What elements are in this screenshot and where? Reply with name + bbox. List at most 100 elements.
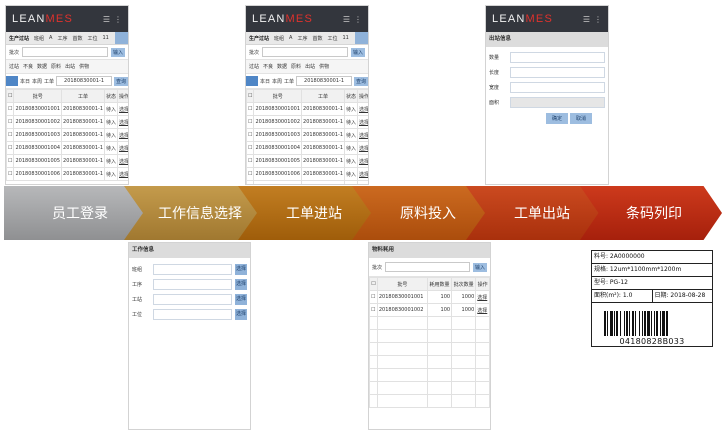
tab-team[interactable]: 班组 — [34, 35, 44, 42]
table-row[interactable]: ☐ 20180830001003 20180830001-1 待入 选择 — [6, 128, 128, 142]
team-field[interactable] — [153, 264, 232, 275]
table-row[interactable]: ☐ 20180830001002 100 1000 选择 — [369, 303, 490, 317]
row-checkbox[interactable]: ☐ — [6, 154, 15, 168]
row-checkbox[interactable]: ☐ — [246, 180, 255, 184]
category-material[interactable]: 原料 — [51, 63, 61, 70]
select-link[interactable]: 选择 — [357, 167, 368, 181]
category-pass[interactable]: 过站 — [9, 63, 19, 70]
row-checkbox[interactable]: ☐ — [246, 167, 255, 181]
menu-icon[interactable]: ☰ — [103, 15, 110, 24]
area-field[interactable] — [510, 97, 605, 108]
category-defect[interactable]: 不良 — [23, 63, 33, 70]
select-link[interactable]: 选择 — [475, 303, 490, 317]
table-row[interactable]: ☐ 20180830001005 20180830001-1 待入 选择 — [6, 154, 128, 168]
select-link[interactable]: 选择 — [117, 128, 128, 142]
row-checkbox[interactable]: ☐ — [246, 154, 255, 168]
filter-week[interactable]: 本周 — [272, 78, 282, 85]
tab-process[interactable]: 工序 — [297, 35, 307, 42]
category-material[interactable]: 原料 — [291, 63, 301, 70]
row-checkbox[interactable]: ☐ — [6, 141, 15, 155]
tab-shift[interactable]: A — [289, 35, 292, 41]
checkbox-header[interactable]: ☐ — [246, 89, 255, 103]
tab-station[interactable]: 工位 — [87, 35, 97, 42]
tab-seat[interactable]: 11 — [103, 35, 109, 41]
select-link[interactable]: 选择 — [117, 141, 128, 155]
row-checkbox[interactable]: ☐ — [246, 128, 255, 142]
input-button[interactable]: 输入 — [350, 47, 365, 57]
row-checkbox[interactable]: ☐ — [369, 303, 378, 317]
station-field[interactable] — [153, 294, 232, 305]
filter-week[interactable]: 本周 — [32, 78, 42, 85]
cancel-button[interactable]: 取消 — [569, 113, 592, 124]
category-data[interactable]: 数据 — [37, 63, 47, 70]
menu-icon[interactable]: ☰ — [343, 15, 350, 24]
category-defect[interactable]: 不良 — [263, 63, 273, 70]
filter-selected[interactable] — [6, 76, 18, 86]
row-checkbox[interactable]: ☐ — [6, 102, 15, 116]
length-field[interactable] — [510, 67, 605, 78]
table-row[interactable]: ☐ 20180830001004 20180830001-1 待入 选择 — [246, 141, 368, 155]
select-link[interactable]: 选择 — [357, 115, 368, 129]
row-checkbox[interactable]: ☐ — [6, 128, 15, 142]
select-link[interactable]: 选择 — [117, 167, 128, 181]
input-button[interactable]: 输入 — [472, 262, 487, 272]
tab-production[interactable]: 生产过站 — [9, 35, 29, 42]
seat-select-button[interactable]: 选择 — [235, 309, 247, 320]
table-row[interactable]: ☐ 20180830001006 20180830001-1 待入 选择 — [246, 167, 368, 181]
table-row[interactable]: ☐ 20180830001005 20180830001-1 待入 选择 — [246, 154, 368, 168]
row-checkbox[interactable]: ☐ — [246, 141, 255, 155]
row-checkbox[interactable]: ☐ — [246, 102, 255, 116]
more-icon[interactable]: ⋮ — [114, 15, 122, 24]
filter-workorder[interactable]: 工单 — [44, 78, 54, 85]
category-supply[interactable]: 供物 — [79, 63, 89, 70]
select-link[interactable]: 选择 — [117, 154, 128, 168]
tab-count[interactable]: 首数 — [312, 35, 322, 42]
tab-station[interactable]: 工位 — [327, 35, 337, 42]
more-icon[interactable]: ⋮ — [354, 15, 362, 24]
select-link[interactable]: 选择 — [357, 154, 368, 168]
select-link[interactable]: 选择 — [357, 102, 368, 116]
filter-today[interactable]: 本日 — [260, 78, 270, 85]
checkbox-header[interactable]: ☐ — [369, 277, 378, 291]
tab-shift[interactable]: A — [49, 35, 52, 41]
table-row[interactable]: ☐ 20180830001003 20180830001-1 待入 选择 — [246, 128, 368, 142]
row-checkbox[interactable]: ☐ — [246, 115, 255, 129]
table-row[interactable]: ☐ 20180830001004 20180830001-1 待入 选择 — [6, 141, 128, 155]
tab-process[interactable]: 工序 — [57, 35, 67, 42]
filter-workorder[interactable]: 工单 — [284, 78, 294, 85]
process-field[interactable] — [153, 279, 232, 290]
select-link[interactable]: 选择 — [357, 141, 368, 155]
input-button[interactable]: 输入 — [110, 47, 125, 57]
row-checkbox[interactable]: ☐ — [6, 167, 15, 181]
category-supply[interactable]: 供物 — [319, 63, 329, 70]
workorder-input[interactable]: 20180830001-1 — [296, 76, 352, 86]
batch-input[interactable] — [262, 47, 348, 57]
width-field[interactable] — [510, 82, 605, 93]
select-link[interactable]: 选择 — [475, 290, 490, 304]
add-tab-button[interactable] — [355, 32, 368, 44]
category-pass[interactable]: 过站 — [249, 63, 259, 70]
station-select-button[interactable]: 选择 — [235, 294, 247, 305]
batch-input[interactable] — [385, 262, 470, 272]
team-select-button[interactable]: 选择 — [235, 264, 247, 275]
table-row[interactable]: ☐ 20180830001001 100 1000 选择 — [369, 290, 490, 304]
category-out[interactable]: 出站 — [305, 63, 315, 70]
seat-field[interactable] — [153, 309, 232, 320]
filter-today[interactable]: 本日 — [20, 78, 30, 85]
tab-count[interactable]: 首数 — [72, 35, 82, 42]
table-row[interactable]: ☐ 20180830001006 20180830001-1 待入 选择 — [6, 167, 128, 181]
table-row[interactable]: ☐ 20180830001001 20180830001-1 待入 选择 — [6, 102, 128, 116]
category-out[interactable]: 出站 — [65, 63, 75, 70]
process-select-button[interactable]: 选择 — [235, 279, 247, 290]
menu-icon[interactable]: ☰ — [583, 15, 590, 24]
qty-field[interactable] — [510, 52, 605, 63]
table-row[interactable]: ☐2018083000100720180830001-1待入选择 — [246, 180, 368, 184]
table-row[interactable]: ☐ 20180830001001 20180830001-1 待入 选择 — [246, 102, 368, 116]
category-data[interactable]: 数据 — [277, 63, 287, 70]
tab-team[interactable]: 班组 — [274, 35, 284, 42]
table-row[interactable]: ☐ 20180830001002 20180830001-1 待入 选择 — [246, 115, 368, 129]
confirm-button[interactable]: 确定 — [545, 113, 568, 124]
add-tab-button[interactable] — [115, 32, 128, 44]
more-icon[interactable]: ⋮ — [594, 15, 602, 24]
filter-selected[interactable] — [246, 76, 258, 86]
